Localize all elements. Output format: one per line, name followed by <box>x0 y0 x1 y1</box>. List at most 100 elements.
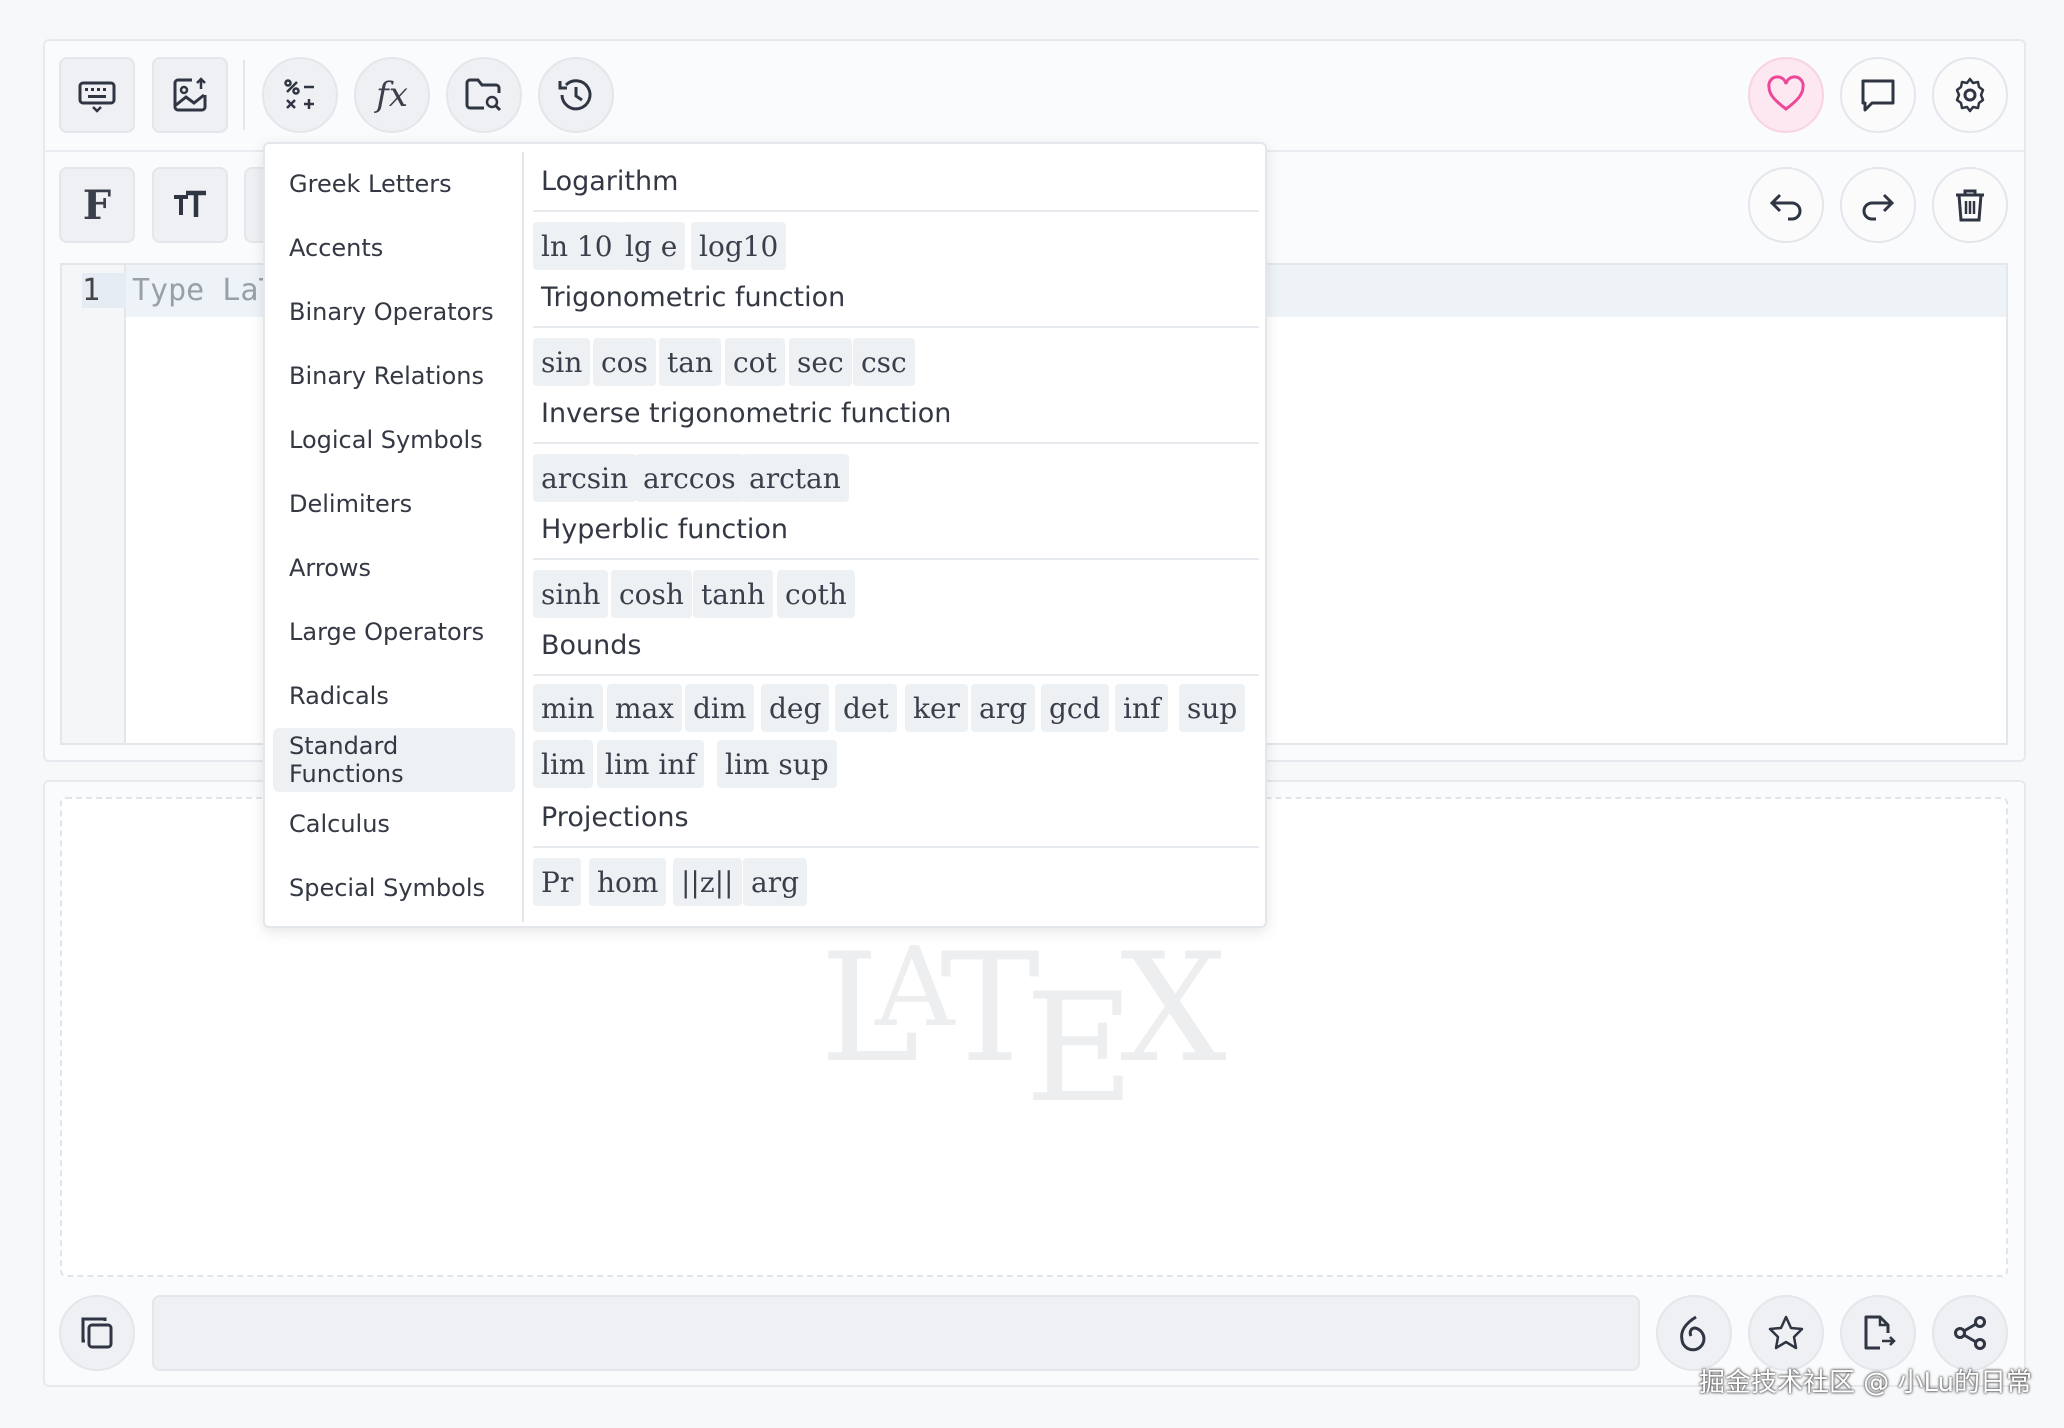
clear-button[interactable] <box>1932 167 2008 243</box>
favorite-button[interactable] <box>1748 57 1824 133</box>
fx-icon: fx <box>376 75 408 115</box>
dropdown-divider <box>522 152 524 922</box>
symbol-coth[interactable]: coth <box>777 570 855 618</box>
symbol-inf[interactable]: inf <box>1115 684 1169 732</box>
keyboard-button[interactable] <box>59 57 135 133</box>
symbol-tan[interactable]: tan <box>659 338 721 386</box>
category-arrows[interactable]: Arrows <box>273 536 515 600</box>
symbol-cot[interactable]: cot <box>725 338 785 386</box>
comment-button[interactable] <box>1840 57 1916 133</box>
toolbar-separator <box>243 60 245 130</box>
history-button[interactable] <box>538 57 614 133</box>
font-label: F <box>82 181 112 229</box>
symbol-lim[interactable]: lim <box>533 740 594 788</box>
folder-search-button[interactable] <box>446 57 522 133</box>
symbol-dropdown: Greek Letters Accents Binary Operators B… <box>263 142 1267 928</box>
section-title-projections: Projections <box>541 802 689 833</box>
output-field[interactable] <box>152 1295 1640 1371</box>
gear-icon <box>1955 77 1985 113</box>
symbol-arg[interactable]: arg <box>971 684 1036 732</box>
symbol-arccos[interactable]: arccos <box>635 454 744 502</box>
swirl-icon <box>1680 1315 1706 1352</box>
symbol-cos[interactable]: cos <box>593 338 656 386</box>
image-upload-button[interactable] <box>152 57 228 133</box>
function-button[interactable]: fx <box>354 57 430 133</box>
category-special-symbols[interactable]: Special Symbols <box>273 856 515 920</box>
symbol-limsup[interactable]: lim sup <box>717 740 837 788</box>
symbol-log10-label: log10 <box>699 229 779 263</box>
history-icon <box>558 79 592 111</box>
symbol-hom[interactable]: hom <box>589 858 667 906</box>
trash-icon <box>1956 189 1984 222</box>
site-watermark: 掘金技术社区 @ 小Lu的日常 <box>1698 1368 2032 1398</box>
section-divider <box>533 210 1259 212</box>
operators-icon <box>284 79 314 109</box>
undo-button[interactable] <box>1748 167 1824 243</box>
section-divider <box>533 846 1259 848</box>
star-icon <box>1768 1315 1804 1350</box>
category-delimiters[interactable]: Delimiters <box>273 472 515 536</box>
symbol-gcd[interactable]: gcd <box>1041 684 1109 732</box>
symbol-arg-projection[interactable]: arg <box>743 858 808 906</box>
copy-button[interactable] <box>59 1295 135 1371</box>
symbol-lge[interactable]: lg e <box>617 222 686 270</box>
undo-icon <box>1769 193 1802 221</box>
symbol-arcsin[interactable]: arcsin <box>533 454 637 502</box>
image-upload-icon <box>173 77 207 112</box>
operators-button[interactable] <box>262 57 338 133</box>
font-button[interactable]: F <box>59 167 135 243</box>
heart-icon <box>1767 75 1805 111</box>
symbol-max[interactable]: max <box>607 684 683 732</box>
file-export-icon <box>1864 1315 1896 1350</box>
symbol-ln10[interactable]: ln 10 <box>533 222 621 270</box>
section-divider <box>533 674 1259 676</box>
category-binary-relations[interactable]: Binary Relations <box>273 344 515 408</box>
symbol-det[interactable]: det <box>835 684 897 732</box>
category-binary-operators[interactable]: Binary Operators <box>273 280 515 344</box>
category-calculus[interactable]: Calculus <box>273 792 515 856</box>
symbol-sinh[interactable]: sinh <box>533 570 609 618</box>
section-title-logarithm: Logarithm <box>541 166 679 197</box>
swirl-button[interactable] <box>1656 1295 1732 1371</box>
symbol-arctan[interactable]: arctan <box>741 454 849 502</box>
share-button[interactable] <box>1932 1295 2008 1371</box>
section-divider <box>533 326 1259 328</box>
copy-icon <box>81 1317 113 1349</box>
category-standard-functions[interactable]: Standard Functions <box>273 728 515 792</box>
line-number: 1 <box>82 273 126 308</box>
symbol-sup[interactable]: sup <box>1179 684 1246 732</box>
section-divider <box>533 442 1259 444</box>
category-radicals[interactable]: Radicals <box>273 664 515 728</box>
comment-icon <box>1861 79 1895 112</box>
symbol-ker[interactable]: ker <box>905 684 968 732</box>
symbol-min[interactable]: min <box>533 684 603 732</box>
section-title-inverse-trig: Inverse trigonometric function <box>541 398 952 429</box>
section-title-bounds: Bounds <box>541 630 642 661</box>
svg-text:E: E <box>1025 962 1135 1120</box>
settings-button[interactable] <box>1932 57 2008 133</box>
symbol-sec[interactable]: sec <box>789 338 852 386</box>
symbol-tanh[interactable]: tanh <box>693 570 774 618</box>
section-title-trig: Trigonometric function <box>541 282 846 313</box>
category-list: Greek Letters Accents Binary Operators B… <box>265 152 523 920</box>
symbol-csc[interactable]: csc <box>853 338 915 386</box>
symbol-log10[interactable]: log10 <box>691 222 787 270</box>
latex-watermark-logo: L A T E X <box>820 940 1227 1120</box>
symbol-pr[interactable]: Pr <box>533 858 582 906</box>
symbol-deg[interactable]: deg <box>761 684 830 732</box>
symbol-norm[interactable]: ||z|| <box>673 858 742 906</box>
star-button[interactable] <box>1748 1295 1824 1371</box>
symbol-dim[interactable]: dim <box>685 684 755 732</box>
line-gutter <box>62 265 126 743</box>
category-accents[interactable]: Accents <box>273 216 515 280</box>
redo-button[interactable] <box>1840 167 1916 243</box>
category-greek-letters[interactable]: Greek Letters <box>273 152 515 216</box>
symbol-liminf[interactable]: lim inf <box>597 740 704 788</box>
export-button[interactable] <box>1840 1295 1916 1371</box>
category-logical-symbols[interactable]: Logical Symbols <box>273 408 515 472</box>
symbol-sin[interactable]: sin <box>533 338 591 386</box>
text-size-button[interactable] <box>152 167 228 243</box>
symbol-cosh[interactable]: cosh <box>611 570 692 618</box>
category-large-operators[interactable]: Large Operators <box>273 600 515 664</box>
editor-placeholder: Type LaT <box>132 273 277 308</box>
